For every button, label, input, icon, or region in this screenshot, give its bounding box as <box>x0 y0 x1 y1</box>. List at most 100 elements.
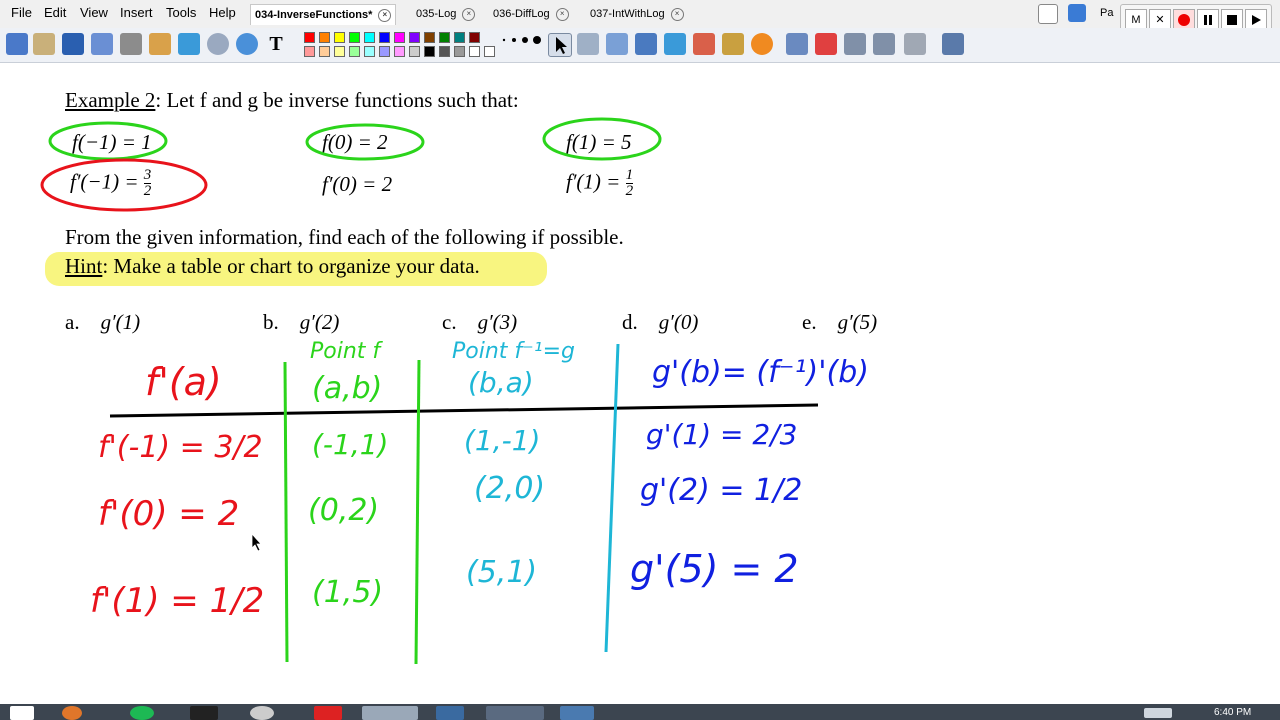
highlighter-icon[interactable] <box>664 33 686 55</box>
swatch-teal[interactable] <box>454 32 465 43</box>
menu-help[interactable]: Help <box>209 5 236 20</box>
menu-file[interactable]: File <box>11 5 32 20</box>
cursor-arrow-icon <box>556 37 567 54</box>
col4-row-1: g'(1) = 2/3 <box>646 418 797 451</box>
pen-icon[interactable] <box>635 33 657 55</box>
table-header-line <box>109 403 819 418</box>
swatch-light-yellow[interactable] <box>334 46 345 57</box>
green-divider-2 <box>414 359 421 665</box>
tab-034-inverse-functions[interactable]: 034-InverseFunctions* × <box>250 4 397 25</box>
eraser-icon[interactable] <box>693 33 715 55</box>
refresh-icon[interactable] <box>815 33 837 55</box>
app-icon[interactable] <box>190 706 218 720</box>
video-icon[interactable] <box>149 33 171 55</box>
app-icon[interactable] <box>250 706 274 720</box>
close-icon[interactable]: × <box>378 8 392 22</box>
insert-vertical-space-icon[interactable] <box>606 33 628 55</box>
gallery-icon[interactable] <box>33 33 55 55</box>
explorer-icon[interactable] <box>362 706 418 720</box>
clock: 6:40 PM <box>1214 707 1252 718</box>
swatch-brown[interactable] <box>424 32 435 43</box>
select-cursor-icon[interactable] <box>548 33 572 57</box>
wrench-icon[interactable] <box>120 33 142 55</box>
tab-label: 035-Log <box>416 8 457 20</box>
close-icon[interactable]: × <box>462 7 476 21</box>
whiteboard-page[interactable]: Example 2: Let f and g be inverse functi… <box>0 62 1280 704</box>
col1-row-2: f'(0) = 2 <box>98 494 239 534</box>
swatch-dark-gray[interactable] <box>439 46 450 57</box>
swatch-maroon[interactable] <box>469 32 480 43</box>
swatch-green[interactable] <box>349 32 360 43</box>
swatch-dark-green[interactable] <box>439 32 450 43</box>
properties-icon[interactable] <box>904 33 926 55</box>
pen-size-selector[interactable] <box>500 34 544 46</box>
swatch-purple[interactable] <box>409 32 420 43</box>
col1-row-3: f'(1) = 1/2 <box>90 581 264 621</box>
toolbar-settings-icon[interactable] <box>942 33 964 55</box>
menu-insert[interactable]: Insert <box>120 5 153 20</box>
swatch-orange[interactable] <box>319 32 330 43</box>
tools-icon[interactable] <box>91 33 113 55</box>
fill-icon[interactable] <box>751 33 773 55</box>
swatch-red[interactable] <box>304 32 315 43</box>
swatch-light-red[interactable] <box>304 46 315 57</box>
gallery-icon[interactable] <box>1068 4 1086 22</box>
swatch-cyan[interactable] <box>364 32 375 43</box>
green-circle-f-neg1 <box>48 121 168 161</box>
page-label: Pa <box>1100 7 1114 19</box>
pdf-icon[interactable] <box>314 706 342 720</box>
handwriting-icon[interactable] <box>62 33 84 55</box>
undo-icon[interactable] <box>844 33 866 55</box>
menu-edit[interactable]: Edit <box>44 5 66 20</box>
app-icon[interactable] <box>560 706 594 720</box>
start-icon[interactable] <box>10 706 34 720</box>
swatch-gray[interactable] <box>454 46 465 57</box>
app-icon[interactable] <box>436 706 464 720</box>
play-icon <box>1252 15 1261 25</box>
hourglass-icon[interactable] <box>786 33 808 55</box>
tab-036-difflog[interactable]: 036-DiffLog × <box>489 4 573 24</box>
swatch-light-gray[interactable] <box>409 46 420 57</box>
text-icon[interactable]: T <box>265 33 287 55</box>
menu-tools[interactable]: Tools <box>166 5 196 20</box>
page-view-icon[interactable] <box>1038 4 1058 24</box>
shapes-icon[interactable] <box>722 33 744 55</box>
tab-label: 034-InverseFunctions* <box>255 9 373 21</box>
spotify-icon[interactable] <box>130 706 154 720</box>
col2-row-1: (-1,1) <box>312 428 388 461</box>
col1-header: f'(a) <box>145 360 222 404</box>
redo-icon[interactable] <box>873 33 895 55</box>
col1-row-1: f'(-1) = 3/2 <box>98 430 263 465</box>
swatch-custom[interactable] <box>484 46 495 57</box>
swatch-light-magenta[interactable] <box>394 46 405 57</box>
swatch-blue[interactable] <box>379 32 390 43</box>
toolbar: T <box>0 28 1280 63</box>
close-icon[interactable]: × <box>555 7 569 21</box>
col3-row-3: (5,1) <box>466 555 537 590</box>
col2-title: Point f <box>310 339 383 364</box>
tab-037-intwithlog[interactable]: 037-IntWithLog × <box>586 4 688 24</box>
globe-icon[interactable] <box>236 33 258 55</box>
menu-bar: File Edit View Insert Tools Help 034-Inv… <box>0 0 1280 29</box>
swatch-black[interactable] <box>424 46 435 57</box>
col2-row-2: (0,2) <box>308 493 379 528</box>
tab-035-log[interactable]: 035-Log × <box>412 4 479 24</box>
smart-notebook-icon[interactable] <box>486 706 544 720</box>
col3-title: Point f⁻¹=g <box>452 339 575 364</box>
swatch-light-orange[interactable] <box>319 46 330 57</box>
swatch-yellow[interactable] <box>334 32 345 43</box>
swatch-white[interactable] <box>469 46 480 57</box>
swatch-light-blue[interactable] <box>379 46 390 57</box>
firefox-icon[interactable] <box>62 706 82 720</box>
whiteboard-icon[interactable] <box>6 33 28 55</box>
swatch-light-green[interactable] <box>349 46 360 57</box>
keyboard-icon[interactable] <box>1144 708 1172 718</box>
pen-tool-icon[interactable] <box>178 33 200 55</box>
swatch-light-cyan[interactable] <box>364 46 375 57</box>
insert-space-icon[interactable] <box>577 33 599 55</box>
player-icon[interactable] <box>207 33 229 55</box>
tab-label: 037-IntWithLog <box>590 8 665 20</box>
swatch-magenta[interactable] <box>394 32 405 43</box>
close-icon[interactable]: × <box>670 7 684 21</box>
menu-view[interactable]: View <box>80 5 108 20</box>
